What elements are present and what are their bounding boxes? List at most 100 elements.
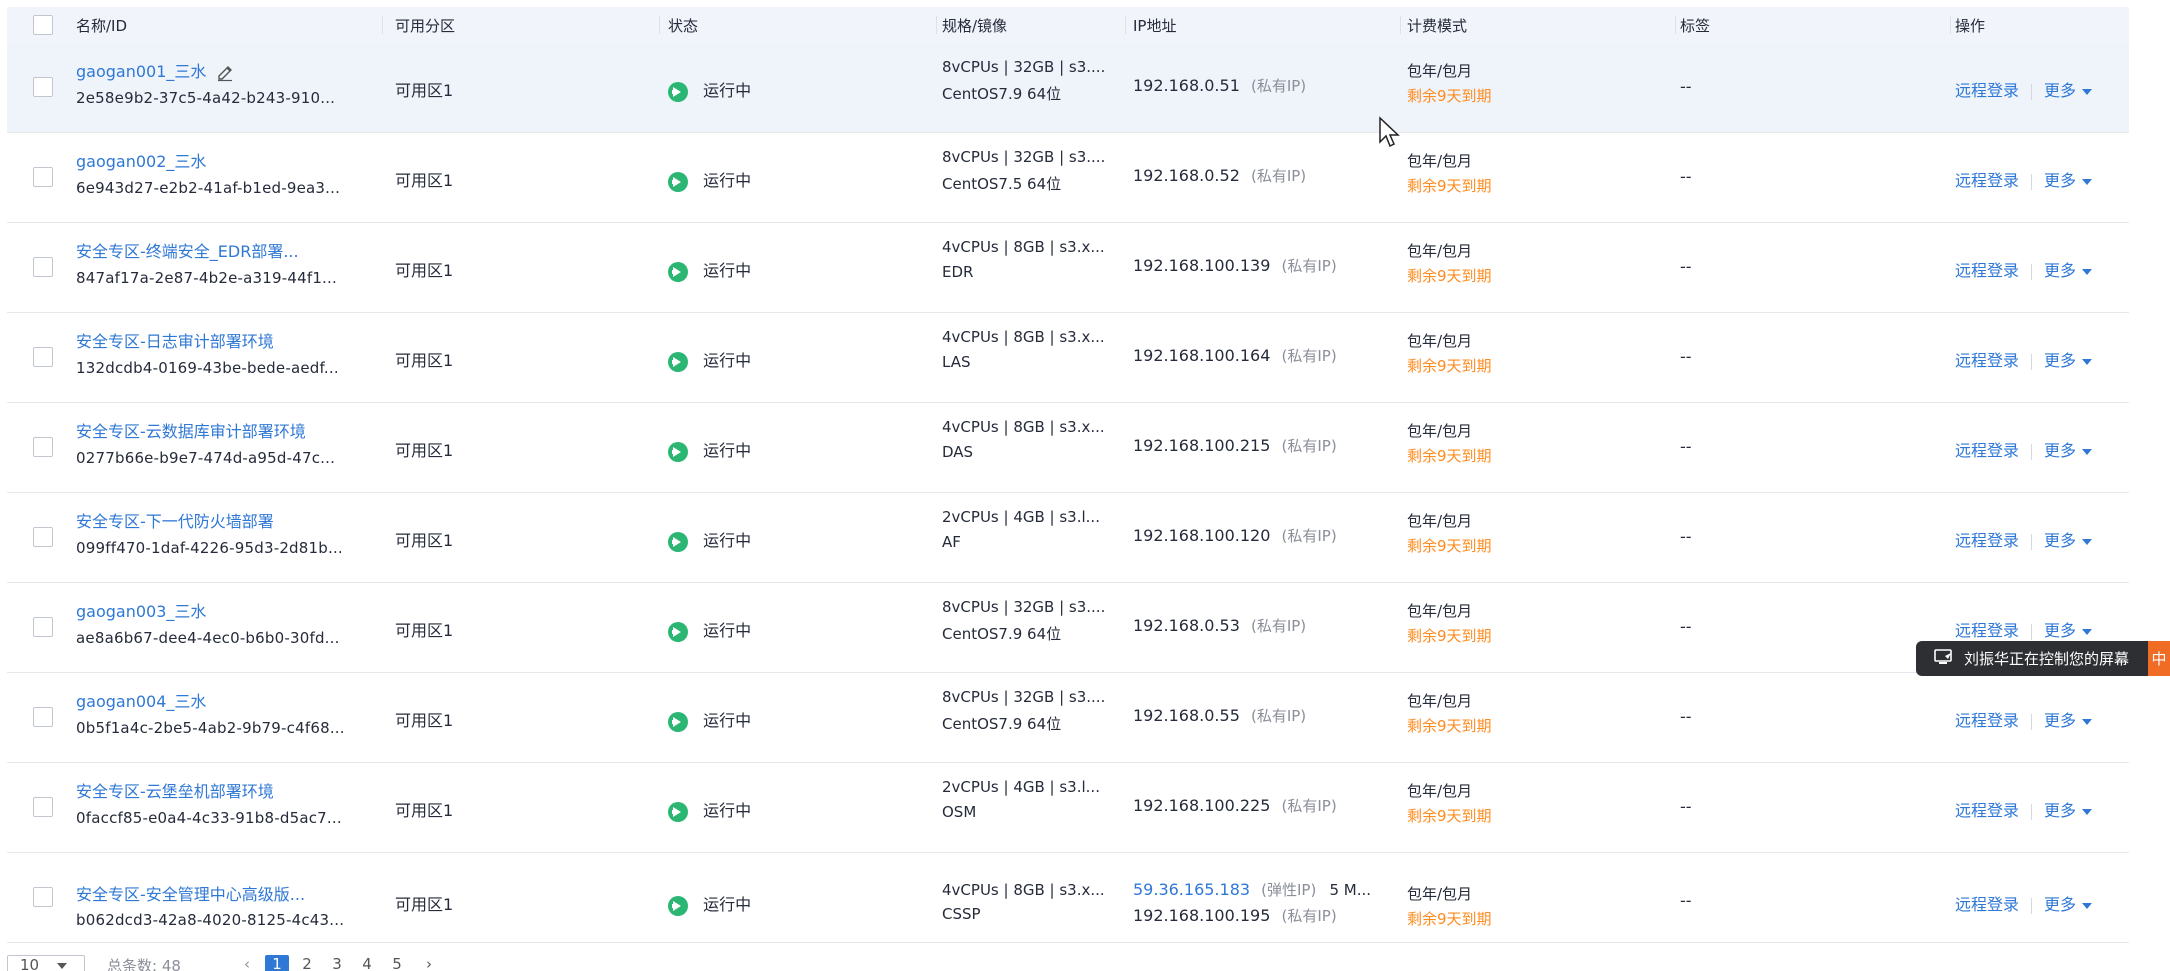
edit-pencil-icon[interactable] (216, 64, 234, 82)
column-divider[interactable] (1400, 16, 1401, 34)
instance-name-link[interactable]: 安全专区-安全管理中心高级版... (76, 885, 305, 904)
header-status[interactable]: 状态 (668, 15, 698, 36)
more-dropdown[interactable]: 更多 (2044, 621, 2093, 640)
column-divider[interactable] (382, 16, 383, 34)
table-row[interactable]: 安全专区-下一代防火墙部署 099ff470-1daf-4226-95d3-2d… (7, 493, 2129, 583)
ip-address[interactable]: 59.36.165.183 (1133, 880, 1250, 899)
table-row[interactable]: gaogan001_三水 2e58e9b2-37c5-4a42-b243-910… (7, 43, 2129, 133)
table-header: 名称/ID 可用分区 状态 规格/镜像 IP地址 计费模式 标签 操作 (7, 7, 2129, 43)
row-checkbox[interactable] (33, 347, 53, 367)
more-dropdown[interactable]: 更多 (2044, 171, 2093, 190)
caret-down-icon (2082, 628, 2093, 635)
ip-type-label: (私有IP) (1250, 617, 1307, 635)
select-all-checkbox[interactable] (33, 15, 53, 35)
header-spec-image[interactable]: 规格/镜像 (942, 15, 1007, 36)
remote-login-link[interactable]: 远程登录 (1955, 171, 2019, 190)
more-dropdown[interactable]: 更多 (2044, 801, 2093, 820)
header-billing[interactable]: 计费模式 (1407, 15, 1467, 36)
page-size-select[interactable]: 10 (7, 955, 85, 971)
remote-login-link[interactable]: 远程登录 (1955, 895, 2019, 914)
more-dropdown[interactable]: 更多 (2044, 81, 2093, 100)
row-checkbox[interactable] (33, 707, 53, 727)
remote-control-toast: 刘振华正在控制您的屏幕 中 (1916, 641, 2170, 676)
image-text: CentOS7.9 64位 (942, 625, 1062, 643)
header-ip[interactable]: IP地址 (1133, 15, 1176, 36)
instance-name-link[interactable]: 安全专区-终端安全_EDR部署... (76, 242, 299, 261)
status: 运行中 (668, 347, 751, 372)
table-row[interactable]: 安全专区-安全管理中心高级版... b062dcd3-42a8-4020-812… (7, 853, 2129, 943)
row-checkbox[interactable] (33, 797, 53, 817)
row-checkbox[interactable] (33, 437, 53, 457)
page-number[interactable]: 4 (355, 955, 379, 971)
divider (2031, 533, 2033, 550)
remote-login-link[interactable]: 远程登录 (1955, 621, 2019, 640)
mouse-cursor-icon (1379, 116, 1400, 148)
instance-name-link[interactable]: 安全专区-云数据库审计部署环境 (76, 422, 306, 441)
row-checkbox[interactable] (33, 77, 53, 97)
row-checkbox[interactable] (33, 887, 53, 907)
running-status-icon (668, 531, 688, 552)
page-number[interactable]: 5 (385, 955, 409, 971)
header-zone[interactable]: 可用分区 (395, 15, 455, 36)
header-tags[interactable]: 标签 (1680, 15, 1710, 36)
running-status-icon (668, 801, 688, 822)
row-checkbox[interactable] (33, 527, 53, 547)
instance-name-link[interactable]: gaogan004_三水 (76, 692, 206, 711)
ip-primary: 192.168.100.225 (私有IP) (1133, 795, 1337, 816)
column-divider[interactable] (1125, 16, 1126, 34)
instance-name-link[interactable]: gaogan003_三水 (76, 602, 206, 621)
page-number[interactable]: 1 (265, 955, 289, 971)
remote-login-link[interactable]: 远程登录 (1955, 711, 2019, 730)
more-dropdown[interactable]: 更多 (2044, 351, 2093, 370)
row-checkbox[interactable] (33, 617, 53, 637)
image-text: CentOS7.9 64位 (942, 85, 1062, 103)
column-divider[interactable] (659, 16, 660, 34)
remote-login-link[interactable]: 远程登录 (1955, 441, 2019, 460)
row-checkbox[interactable] (33, 257, 53, 277)
instance-name-link[interactable]: 安全专区-日志审计部署环境 (76, 332, 274, 351)
instance-name-link[interactable]: 安全专区-下一代防火墙部署 (76, 512, 274, 531)
table-row[interactable]: 安全专区-日志审计部署环境 132dcdb4-0169-43be-bede-ae… (7, 313, 2129, 403)
column-divider[interactable] (1950, 16, 1951, 34)
table-row[interactable]: 安全专区-云数据库审计部署环境 0277b66e-b9e7-474d-a95d-… (7, 403, 2129, 493)
caret-down-icon (2082, 448, 2093, 455)
instance-name-link[interactable]: gaogan001_三水 (76, 62, 206, 81)
tag-text: -- (1680, 891, 1692, 910)
next-page-icon[interactable]: › (417, 955, 441, 971)
header-name-id[interactable]: 名称/ID (76, 15, 127, 36)
zone-text: 可用区1 (395, 171, 454, 190)
ip-address: 192.168.100.164 (1133, 346, 1271, 365)
more-dropdown[interactable]: 更多 (2044, 531, 2093, 550)
more-dropdown[interactable]: 更多 (2044, 441, 2093, 460)
table-row[interactable]: 安全专区-云堡垒机部署环境 0faccf85-e0a4-4c33-91b8-d5… (7, 763, 2129, 853)
column-divider[interactable] (1675, 16, 1676, 34)
page-number[interactable]: 3 (325, 955, 349, 971)
remote-login-link[interactable]: 远程登录 (1955, 81, 2019, 100)
toast-tag[interactable]: 中 (2148, 641, 2170, 676)
remote-login-link[interactable]: 远程登录 (1955, 801, 2019, 820)
instance-name-link[interactable]: gaogan002_三水 (76, 152, 206, 171)
prev-page-icon[interactable]: ‹ (235, 955, 259, 971)
row-checkbox[interactable] (33, 167, 53, 187)
more-dropdown[interactable]: 更多 (2044, 261, 2093, 280)
remote-login-link[interactable]: 远程登录 (1955, 351, 2019, 370)
table-row[interactable]: gaogan003_三水 ae8a6b67-dee4-4ec0-b6b0-30f… (7, 583, 2129, 673)
zone-text: 可用区1 (395, 711, 454, 730)
table-row[interactable]: 安全专区-终端安全_EDR部署... 847af17a-2e87-4b2e-a3… (7, 223, 2129, 313)
more-dropdown[interactable]: 更多 (2044, 711, 2093, 730)
page-number[interactable]: 2 (295, 955, 319, 971)
billing-mode: 包年/包月 (1407, 885, 1473, 903)
remote-login-link[interactable]: 远程登录 (1955, 261, 2019, 280)
expire-warning: 剩余9天到期 (1407, 717, 1492, 735)
ip-primary: 192.168.100.120 (私有IP) (1133, 525, 1337, 546)
header-actions: 操作 (1955, 17, 1986, 35)
zone-text: 可用区1 (395, 351, 454, 370)
more-dropdown[interactable]: 更多 (2044, 895, 2093, 914)
column-divider[interactable] (936, 16, 937, 34)
table-row[interactable]: gaogan002_三水 6e943d27-e2b2-41af-b1ed-9ea… (7, 133, 2129, 223)
table-row[interactable]: gaogan004_三水 0b5f1a4c-2be5-4ab2-9b79-c4f… (7, 673, 2129, 763)
instance-name-link[interactable]: 安全专区-云堡垒机部署环境 (76, 782, 274, 801)
remote-login-link[interactable]: 远程登录 (1955, 531, 2019, 550)
billing-mode: 包年/包月 (1407, 422, 1473, 440)
ip-primary: 192.168.0.51 (私有IP) (1133, 75, 1306, 96)
